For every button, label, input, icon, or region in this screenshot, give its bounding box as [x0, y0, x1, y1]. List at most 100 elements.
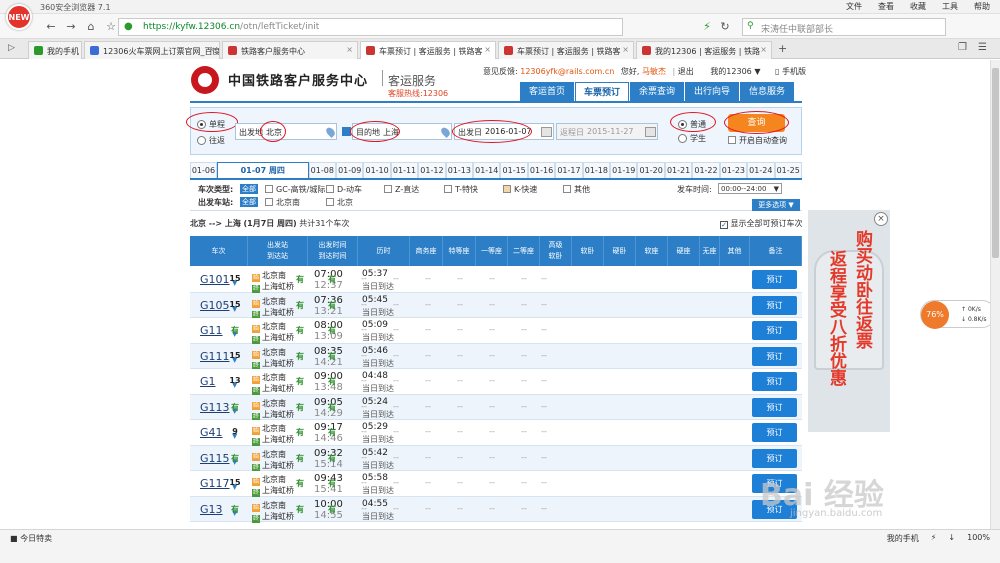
date-tab[interactable]: 01-19 — [610, 162, 638, 178]
book-button[interactable]: 预订 — [752, 448, 797, 468]
date-tab[interactable]: 01-09 — [336, 162, 364, 178]
menu-tools[interactable]: 工具 — [942, 1, 958, 12]
username-link[interactable]: 马敏杰 — [642, 67, 666, 76]
type-checkbox[interactable] — [503, 185, 511, 193]
mobile-link[interactable]: 手机版 — [782, 67, 806, 76]
date-tab-selected[interactable]: 01-07 周四 — [216, 162, 309, 178]
menu-help[interactable]: 帮助 — [974, 1, 990, 12]
back-icon[interactable]: ← — [44, 20, 58, 34]
forward-icon[interactable]: → — [64, 20, 78, 34]
status-download-icon[interactable]: ↓ — [948, 533, 955, 544]
hdr-duration[interactable]: 历时 — [358, 236, 410, 266]
date-tab[interactable]: 01-15 — [500, 162, 528, 178]
student-ticket-radio[interactable] — [678, 134, 687, 143]
nav-guide[interactable]: 出行向导 — [685, 82, 739, 102]
menu-view[interactable]: 查看 — [878, 1, 894, 12]
tab-list-icon[interactable]: ☰ — [978, 42, 987, 53]
station-all-button[interactable]: 全部 — [240, 197, 258, 207]
from-station-field[interactable]: 出发地 北京 — [235, 123, 337, 140]
type-checkbox[interactable] — [265, 185, 273, 193]
tab-booking-active[interactable]: 车票预订 | 客运服务 | 铁路客 × — [360, 41, 496, 59]
status-my-phone[interactable]: 我的手机 — [887, 533, 919, 544]
home-icon[interactable]: ⌂ — [84, 20, 98, 34]
train-number-link[interactable]: G13 — [200, 503, 223, 516]
type-checkbox[interactable] — [326, 185, 334, 193]
station-checkbox[interactable] — [326, 198, 334, 206]
nav-info[interactable]: 信息服务 — [740, 82, 794, 102]
address-bar[interactable]: ● https://kyfw.12306.cn/otn/leftTicket/i… — [118, 18, 623, 36]
new-tab-icon[interactable]: + — [778, 42, 787, 55]
sidebar-toggle-icon[interactable]: ▷ — [8, 43, 15, 53]
date-tab[interactable]: 01-24 — [747, 162, 775, 178]
page-scrollbar[interactable] — [990, 60, 1000, 530]
today-deals[interactable]: ■ 今日特卖 — [10, 533, 52, 544]
date-tab[interactable]: 01-12 — [418, 162, 446, 178]
date-tab[interactable]: 01-06 — [190, 162, 217, 178]
date-tab[interactable]: 01-21 — [664, 162, 693, 178]
train-number-link[interactable]: G11 — [200, 324, 223, 337]
nav-home[interactable]: 客运首页 — [520, 82, 574, 102]
close-icon[interactable]: × — [346, 45, 353, 54]
scrollbar-thumb[interactable] — [992, 68, 999, 258]
book-button[interactable]: 预订 — [752, 346, 797, 366]
book-button[interactable]: 预订 — [752, 295, 797, 315]
station-checkbox[interactable] — [265, 198, 273, 206]
logout-link[interactable]: 退出 — [678, 67, 694, 76]
accelerate-icon[interactable]: ⚡ — [700, 20, 714, 34]
tab-my12306[interactable]: 我的12306 | 客运服务 | 铁路 × — [636, 41, 772, 59]
time-select[interactable]: 00:00--24:00 ▼ — [718, 183, 782, 194]
book-button[interactable]: 预订 — [752, 397, 797, 417]
ad-banner[interactable]: 购买动卧往返票 返程享受八折优惠 × — [808, 210, 890, 432]
menu-favorites[interactable]: 收藏 — [910, 1, 926, 12]
book-button[interactable]: 预订 — [752, 372, 797, 391]
my12306-link[interactable]: 我的12306 — [710, 67, 751, 76]
tab-my-phone[interactable]: 我的手机 — [28, 41, 82, 59]
tab-baidu[interactable]: 12306火车票网上订票官网_百度 × — [84, 41, 220, 59]
close-icon[interactable]: × — [208, 45, 215, 54]
auto-query-checkbox[interactable] — [728, 136, 736, 144]
tab-rail-center[interactable]: 铁路客户服务中心 × — [222, 41, 358, 59]
date-tab[interactable]: 01-14 — [473, 162, 501, 178]
date-tab[interactable]: 01-10 — [363, 162, 391, 178]
date-tab[interactable]: 01-13 — [445, 162, 474, 178]
close-icon[interactable]: × — [622, 45, 629, 54]
roundtrip-radio[interactable] — [197, 136, 206, 145]
refresh-icon[interactable]: ↻ — [718, 20, 732, 34]
date-tab[interactable]: 01-18 — [582, 162, 611, 178]
close-icon[interactable]: × — [874, 212, 888, 226]
nav-booking[interactable]: 车票预订 — [575, 82, 629, 102]
close-icon[interactable]: × — [484, 45, 491, 54]
book-button[interactable]: 预订 — [752, 423, 797, 442]
checkbox-checked-icon[interactable]: ✓ — [720, 221, 728, 229]
type-checkbox[interactable] — [444, 185, 452, 193]
browser-search-input[interactable]: ⚲ 宋涛任中联部部长 — [742, 18, 946, 36]
date-tab[interactable]: 01-20 — [637, 162, 665, 178]
date-tab[interactable]: 01-22 — [692, 162, 720, 178]
type-checkbox[interactable] — [563, 185, 571, 193]
train-number-link[interactable]: G41 — [200, 426, 223, 439]
tab-booking[interactable]: 车票预订 | 客运服务 | 铁路客 × — [498, 41, 634, 59]
date-tab[interactable]: 01-11 — [390, 162, 419, 178]
date-tab[interactable]: 01-25 — [774, 162, 802, 178]
status-zoom[interactable]: 100% — [967, 533, 990, 544]
book-button[interactable]: 预订 — [752, 270, 797, 289]
type-all-button[interactable]: 全部 — [240, 184, 258, 194]
menu-file[interactable]: 文件 — [846, 1, 862, 12]
network-speed-widget[interactable]: 76% ↑ 0K/s ↓ 0.8K/s — [920, 300, 996, 329]
train-number-link[interactable]: G1 — [200, 375, 216, 388]
calendar-icon[interactable] — [541, 127, 552, 137]
book-button[interactable]: 预订 — [752, 321, 797, 340]
show-all-toggle[interactable]: ✓ 显示全部可预订车次 — [720, 218, 803, 229]
hdr-times[interactable]: 出发时间 到达时间 — [308, 236, 358, 266]
type-checkbox[interactable] — [384, 185, 392, 193]
date-tab[interactable]: 01-17 — [555, 162, 583, 178]
date-tab[interactable]: 01-23 — [719, 162, 748, 178]
feedback-email-link[interactable]: 12306yfk@rails.com.cn — [520, 67, 614, 76]
restore-icon[interactable]: ❐ — [958, 42, 967, 53]
calendar-icon[interactable] — [645, 127, 656, 137]
status-accelerator[interactable]: ⚡ — [931, 533, 937, 544]
favorite-star-icon[interactable]: ☆ — [104, 20, 118, 34]
nav-remaining[interactable]: 余票查询 — [630, 82, 684, 102]
date-tab[interactable]: 01-16 — [527, 162, 556, 178]
date-tab[interactable]: 01-08 — [308, 162, 336, 178]
